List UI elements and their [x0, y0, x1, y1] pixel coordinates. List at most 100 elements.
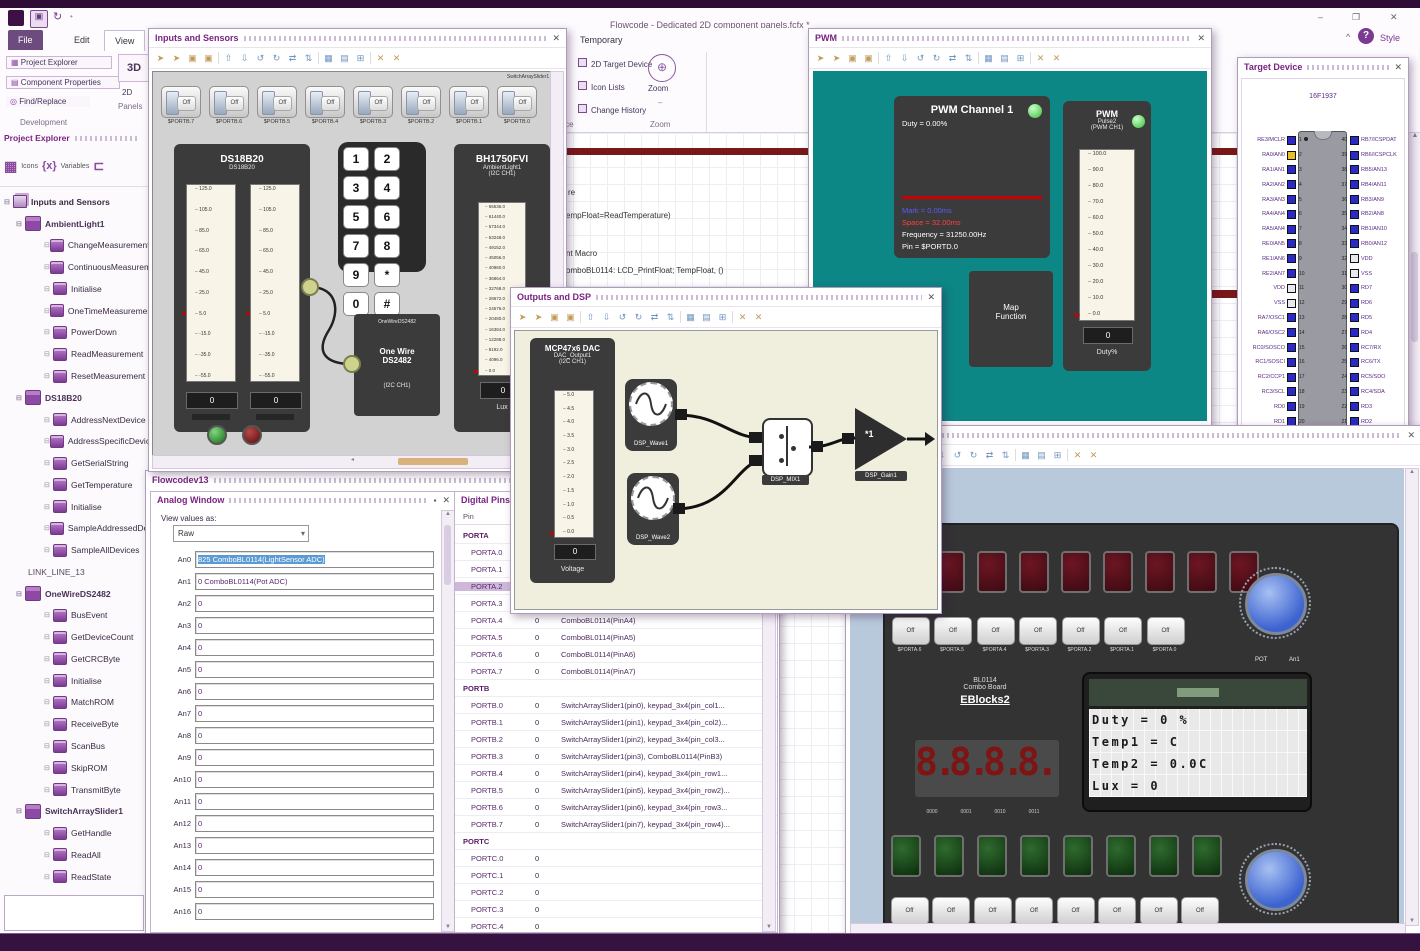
toolbar-icon[interactable]: ↻ — [967, 450, 980, 461]
toolbar-icon[interactable]: ✕ — [1087, 450, 1100, 461]
toolbar-icon[interactable]: ▣ — [548, 312, 561, 323]
tree-item[interactable]: ⊟ ReadAll — [4, 844, 148, 866]
chip-pin[interactable]: 33 RB0/AN12 — [1334, 237, 1406, 252]
digital-pin-row[interactable]: PORTB.6 0 SwitchArraySlider1(pin6), keypad… — [455, 799, 777, 816]
toolbar-icon[interactable]: ⇩ — [600, 312, 613, 323]
toolbar-icon[interactable]: ▦ — [684, 312, 697, 323]
expander-icon[interactable]: ⊟ — [44, 241, 50, 249]
expander-icon[interactable]: ⊟ — [16, 220, 25, 228]
tree-item[interactable]: ⊟ SampleAllDevices — [4, 539, 148, 561]
expander-icon[interactable]: ⊟ — [44, 829, 53, 837]
toolbar-icon[interactable]: ⇅ — [664, 312, 677, 323]
toolbar-icon[interactable]: ➤ — [170, 53, 183, 64]
tree-item[interactable]: ⊟ Initialise — [4, 278, 148, 300]
chip-pin[interactable]: RA7/OSC1 13 — [1242, 311, 1312, 326]
expander-icon[interactable]: ⊟ — [44, 873, 53, 881]
outputs-panel-canvas[interactable]: MCP47x6 DAC DAC_Output1 (I2C CH1) 5.04.5… — [514, 330, 938, 610]
toolbar-icon[interactable] — [680, 311, 681, 323]
find-replace-button[interactable]: ◎ Find/Replace — [6, 96, 90, 107]
tree-item[interactable]: ⊟ GetCRCByte — [4, 648, 148, 670]
tree-item[interactable]: ⊟ChangeMeasurementMode — [4, 235, 148, 257]
toolbar-icon[interactable]: ▤ — [998, 53, 1011, 64]
toolbar-icon[interactable]: ↻ — [270, 53, 283, 64]
digital-pin-row[interactable]: PORTB.2 0 SwitchArraySlider1(pin2), keypad… — [455, 731, 777, 748]
board-switch[interactable]: Off $PORTA.3 — [1019, 617, 1057, 653]
inputs-panel-canvas[interactable]: SwitchArraySlider1 Off $PORTB.7 Off $POR… — [152, 71, 553, 457]
chip-pin[interactable]: RE0/AN5 8 — [1242, 237, 1312, 252]
expander-icon[interactable]: ⊟ — [16, 394, 25, 402]
toolbar-icon[interactable] — [218, 52, 219, 64]
board-switch[interactable]: Off $PORTA.4 — [976, 617, 1015, 653]
2d-panel-button[interactable]: 2D — [122, 88, 132, 97]
chip-pin[interactable]: 26 RC7/RX — [1334, 340, 1406, 355]
analog-value-box[interactable]: 0 — [195, 858, 434, 876]
expander-icon[interactable]: ⊟ — [44, 328, 53, 336]
tree-item[interactable]: ⊟ContinuousMeasurement — [4, 256, 148, 278]
analog-value-box[interactable]: 0 — [195, 792, 434, 810]
toolbar-icon[interactable]: ➤ — [814, 53, 827, 64]
tree-item[interactable]: ⊟ OneTimeMeasurement — [4, 300, 148, 322]
analog-row[interactable]: An15 0 — [159, 878, 438, 900]
board-switch[interactable]: Off $PORTA.2 — [1061, 617, 1100, 653]
tab-temporary[interactable]: Temporary — [570, 30, 633, 50]
toolbar-icon[interactable]: ⊞ — [716, 312, 729, 323]
analog-row[interactable]: An9 0 — [159, 746, 438, 768]
toolbar-icon[interactable]: ⊞ — [1051, 450, 1064, 461]
toolbar-icon[interactable]: ▣ — [202, 53, 215, 64]
help-icon[interactable]: ? — [1358, 28, 1374, 44]
toolbar-icon[interactable]: ⊞ — [354, 53, 367, 64]
tree-item[interactable]: ⊟ Initialise — [4, 670, 148, 692]
toolbar-icon[interactable]: ▣ — [186, 53, 199, 64]
toolbar-icon[interactable]: ✕ — [736, 312, 749, 323]
tree-item[interactable]: ⊟SampleAddressedDevice — [4, 517, 148, 539]
expander-icon[interactable]: ⊟ — [44, 437, 50, 445]
tree-item[interactable]: ⊟ AddressNextDevice — [4, 409, 148, 431]
analog-row[interactable]: An4 0 — [159, 636, 438, 658]
chip-pin[interactable]: 27 RD4 — [1334, 325, 1406, 340]
toolbar-icon[interactable]: ⇧ — [584, 312, 597, 323]
toolbar-icon[interactable]: ⇧ — [222, 53, 235, 64]
expander-icon[interactable]: ⊟ — [44, 633, 53, 641]
toolbar-icon[interactable]: ▦ — [322, 53, 335, 64]
close-icon[interactable]: ✕ — [1197, 33, 1205, 44]
digital-pin-row[interactable]: PORTA.4 0 ComboBL0114(PinA4) — [455, 612, 777, 629]
tree-item[interactable]: ⊟ PowerDown — [4, 322, 148, 344]
digital-pin-row[interactable]: PORTB.5 0 SwitchArraySlider1(pin5), keypad… — [455, 782, 777, 799]
toolbar-icon[interactable]: ▦ — [1019, 450, 1032, 461]
expander-icon[interactable]: ⊟ — [44, 611, 53, 619]
chip-pin[interactable]: VSS 12 — [1242, 296, 1312, 311]
toolbar-icon[interactable]: ↺ — [616, 312, 629, 323]
chip-pin[interactable]: VDD 11 — [1242, 281, 1312, 296]
analog-vscrollbar[interactable]: ▲ ▼ — [441, 510, 455, 932]
toolbar-icon[interactable]: ✕ — [1071, 450, 1084, 461]
toolbar-icon[interactable]: ⇅ — [302, 53, 315, 64]
tree-item[interactable]: ⊟ GetDeviceCount — [4, 626, 148, 648]
toolbar-icon[interactable]: ↺ — [951, 450, 964, 461]
analog-value-box[interactable]: 0 — [195, 638, 434, 656]
chip-pin[interactable]: 22 RD3 — [1334, 399, 1406, 414]
toolbar-icon[interactable] — [318, 52, 319, 64]
toolbar-icon[interactable]: ⇄ — [648, 312, 661, 323]
expander-icon[interactable]: ⊟ — [44, 350, 53, 358]
toolbar-icon[interactable]: ✕ — [1050, 53, 1063, 64]
tree-item[interactable]: ⊟ ReadMeasurement — [4, 343, 148, 365]
tree-item[interactable]: ⊟ AmbientLight1 — [4, 213, 148, 235]
expander-icon[interactable]: ⊟ — [4, 198, 13, 206]
toolbar-icon[interactable] — [1067, 449, 1068, 461]
chip-pin[interactable]: 35 RB2/AN8 — [1334, 207, 1406, 222]
expander-icon[interactable]: ⊟ — [44, 851, 53, 859]
expander-icon[interactable]: ⊟ — [44, 524, 50, 532]
chip-pin[interactable]: RA6/OSC2 14 — [1242, 325, 1312, 340]
toolbar-icon[interactable]: ⇩ — [238, 53, 251, 64]
tree-item[interactable]: ⊟ GetSerialString — [4, 452, 148, 474]
board-vscrollbar[interactable]: ▲ ▼ — [1405, 468, 1419, 926]
zoom-dropdown-dash[interactable]: – — [658, 98, 662, 107]
tab-edit[interactable]: Edit — [64, 30, 100, 50]
board-switch[interactable]: Off $PORTA.1 — [1104, 617, 1142, 653]
tree-item[interactable]: ⊟ ReadState — [4, 866, 148, 888]
tab-view[interactable]: View — [104, 30, 146, 51]
analog-row[interactable]: An3 0 — [159, 614, 438, 636]
chip-pin[interactable]: 36 RB3/AN9 — [1334, 192, 1406, 207]
analog-row[interactable]: An2 0 — [159, 592, 438, 614]
toolbar-icon[interactable]: ⇄ — [983, 450, 996, 461]
